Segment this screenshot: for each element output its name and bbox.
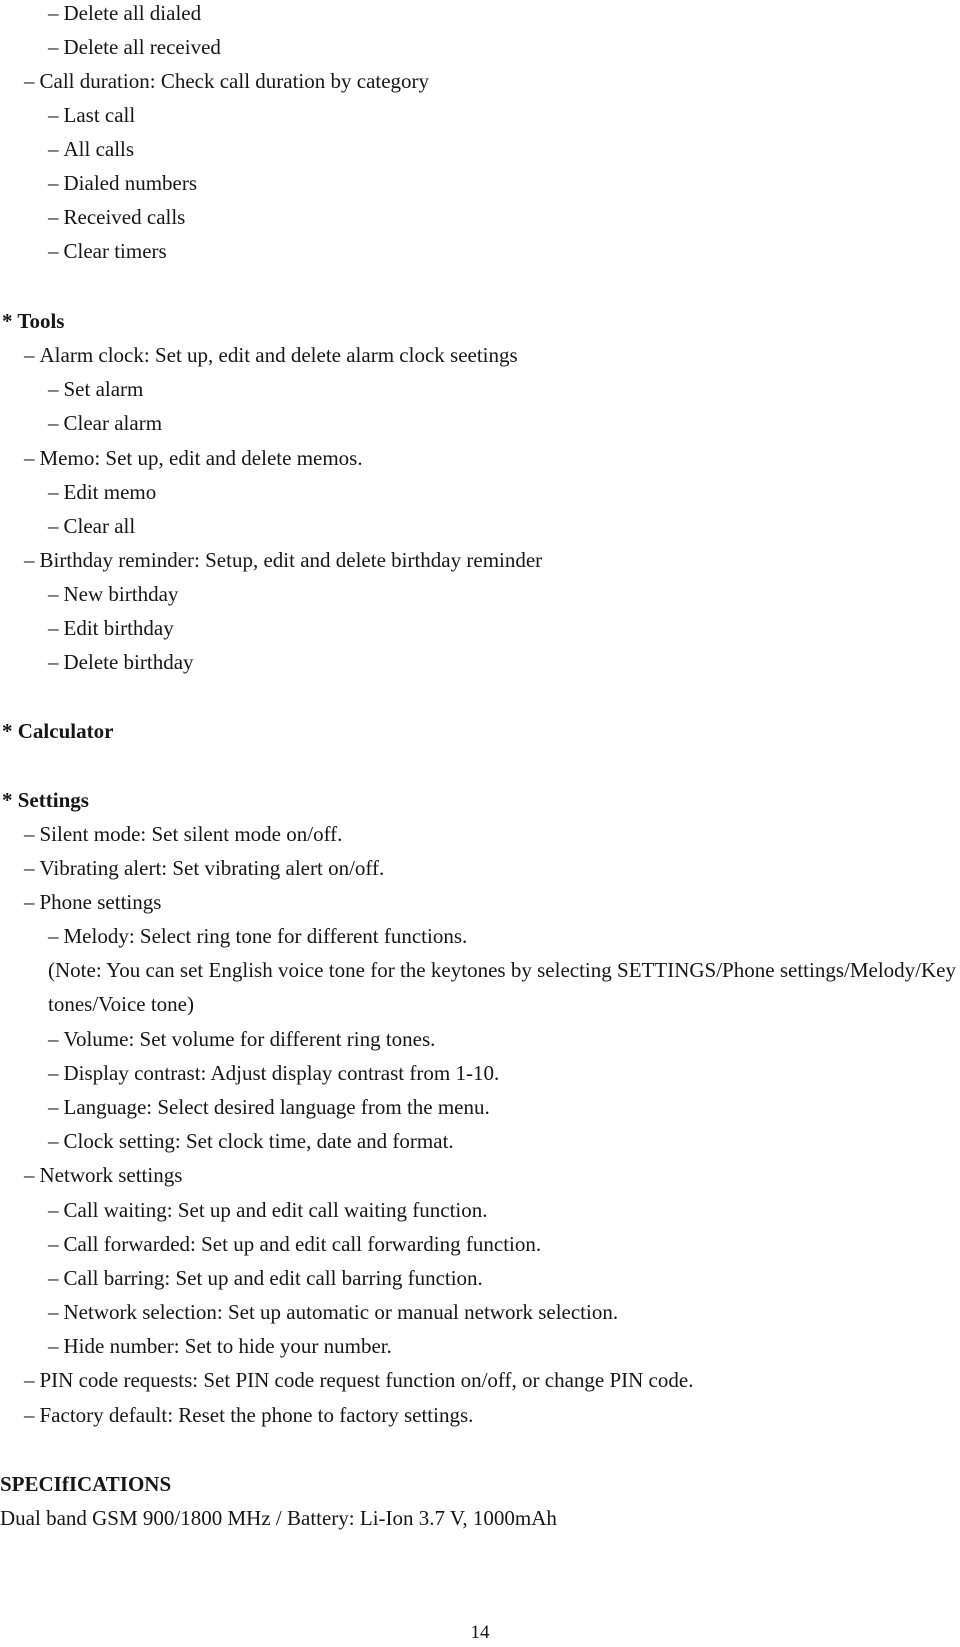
list-item-memo: – Memo: Set up, edit and delete memos. xyxy=(24,446,363,470)
section-heading-settings: * Settings xyxy=(2,788,89,812)
list-item-delete-birthday: – Delete birthday xyxy=(48,650,194,674)
dash-marker: – xyxy=(48,1061,59,1085)
list-item-edit-memo: – Edit memo xyxy=(48,480,157,504)
list-item-volume: – Volume: Set volume for different ring t… xyxy=(48,1027,436,1051)
dash-marker: – xyxy=(48,480,59,504)
note-voice-tone: (Note: You can set English voice tone fo… xyxy=(48,958,956,1016)
list-item-clear-timers: – Clear timers xyxy=(48,239,167,263)
dash-marker: – xyxy=(48,582,59,606)
list-item-vibrating-alert: – Vibrating alert: Set vibrating alert on… xyxy=(24,856,385,880)
list-item-alarm-clock: – Alarm clock: Set up, edit and delete al… xyxy=(24,343,518,367)
list-item-delete-all-received: – Delete all received xyxy=(48,35,221,59)
dash-marker: – xyxy=(24,890,35,914)
list-item-set-alarm: – Set alarm xyxy=(48,377,144,401)
list-item-clear-all: – Clear all xyxy=(48,514,136,538)
dash-marker: – xyxy=(48,514,59,538)
dash-marker: – xyxy=(48,1027,59,1051)
page-number: 14 xyxy=(470,1622,490,1643)
dash-marker: – xyxy=(48,1232,59,1256)
dash-marker: – xyxy=(24,822,35,846)
list-item-display-contrast: – Display contrast: Adjust display contra… xyxy=(48,1061,500,1085)
dash-marker: – xyxy=(48,137,59,161)
list-item-dialed-numbers: – Dialed numbers xyxy=(48,171,198,195)
list-item-birthday-reminder: – Birthday reminder: Setup, edit and dele… xyxy=(24,548,543,572)
dash-marker: – xyxy=(48,239,59,263)
dash-marker: – xyxy=(24,69,35,93)
list-item-call-waiting: – Call waiting: Set up and edit call wait… xyxy=(48,1198,488,1222)
dash-marker: – xyxy=(24,446,35,470)
dash-marker: – xyxy=(48,377,59,401)
dash-marker: – xyxy=(48,205,59,229)
list-item-pin-code-requests: – PIN code requests: Set PIN code request… xyxy=(24,1368,694,1392)
list-item-all-calls: – All calls xyxy=(48,137,135,161)
dash-marker: – xyxy=(24,548,35,572)
dash-marker: – xyxy=(48,411,59,435)
list-item-call-duration: – Call duration: Check call duration by c… xyxy=(24,69,430,93)
dash-marker: – xyxy=(24,1368,35,1392)
list-item-edit-birthday: – Edit birthday xyxy=(48,616,174,640)
list-item-call-barring: – Call barring: Set up and edit call barr… xyxy=(48,1266,483,1290)
list-item-new-birthday: – New birthday xyxy=(48,582,179,606)
list-item-call-forwarded: – Call forwarded: Set up and edit call fo… xyxy=(48,1232,542,1256)
list-item-last-call: – Last call xyxy=(48,103,136,127)
dash-marker: – xyxy=(24,343,35,367)
dash-marker: – xyxy=(48,1129,59,1153)
list-item-network-settings: – Network settings xyxy=(24,1163,183,1187)
dash-marker: – xyxy=(48,616,59,640)
list-item-melody: – Melody: Select ring tone for different … xyxy=(48,924,468,948)
list-item-delete-all-dialed: – Delete all dialed xyxy=(48,1,202,25)
list-item-factory-default: – Factory default: Reset the phone to fac… xyxy=(24,1403,474,1427)
dash-marker: – xyxy=(48,1095,59,1119)
dash-marker: – xyxy=(48,35,59,59)
section-heading-tools: * Tools xyxy=(2,309,65,333)
section-heading-specifications: SPECIfICATIONS xyxy=(0,1472,172,1496)
dash-marker: – xyxy=(48,103,59,127)
dash-marker: – xyxy=(48,1334,59,1358)
dash-marker: – xyxy=(48,1198,59,1222)
list-item-network-selection: – Network selection: Set up automatic or … xyxy=(48,1300,619,1324)
list-item-hide-number: – Hide number: Set to hide your number. xyxy=(48,1334,392,1358)
section-heading-calculator: * Calculator xyxy=(2,719,114,743)
dash-marker: – xyxy=(24,856,35,880)
dash-marker: – xyxy=(48,1266,59,1290)
dash-marker: – xyxy=(48,924,59,948)
list-item-clock-setting: – Clock setting: Set clock time, date and… xyxy=(48,1129,454,1153)
list-item-received-calls: – Received calls xyxy=(48,205,186,229)
dash-marker: – xyxy=(24,1403,35,1427)
list-item-phone-settings: – Phone settings xyxy=(24,890,162,914)
dash-marker: – xyxy=(48,1,59,25)
specifications-text: Dual band GSM 900/1800 MHz / Battery: Li… xyxy=(0,1506,557,1530)
list-item-silent-mode: – Silent mode: Set silent mode on/off. xyxy=(24,822,343,846)
dash-marker: – xyxy=(48,650,59,674)
list-item-clear-alarm: – Clear alarm xyxy=(48,411,163,435)
dash-marker: – xyxy=(48,171,59,195)
dash-marker: – xyxy=(24,1163,35,1187)
list-item-language: – Language: Select desired language from … xyxy=(48,1095,490,1119)
dash-marker: – xyxy=(48,1300,59,1324)
